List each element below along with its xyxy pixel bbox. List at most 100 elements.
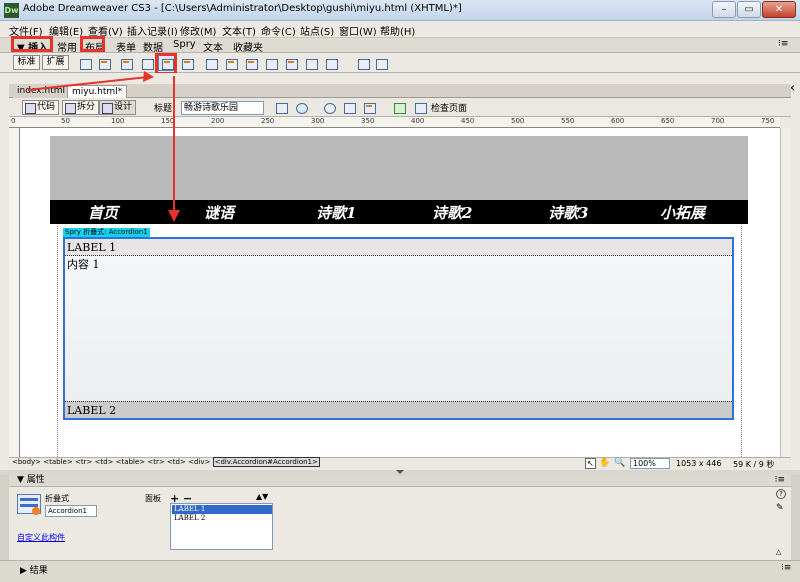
- code-view-button[interactable]: 代码: [22, 100, 60, 115]
- insert-toolbar: 标准 扩展: [0, 53, 800, 73]
- file-management-icon[interactable]: [272, 99, 289, 115]
- insert-frames-icon[interactable]: [322, 55, 339, 71]
- vertical-ruler: [9, 128, 20, 457]
- tab-data[interactable]: 数据: [143, 39, 163, 54]
- spry-tabbed-panels-icon[interactable]: [138, 55, 155, 71]
- dreamweaver-app-icon[interactable]: Dw: [4, 3, 19, 18]
- widget-type-label: 折叠式: [45, 494, 69, 503]
- visual-aids-icon[interactable]: [360, 99, 377, 115]
- menu-window[interactable]: 窗口(W): [339, 23, 377, 38]
- refresh-icon[interactable]: [320, 99, 337, 115]
- customize-widget-link[interactable]: 自定义此构件: [17, 532, 65, 543]
- maximize-button[interactable]: ▭: [737, 1, 761, 18]
- widget-name-input[interactable]: Accordion1: [45, 505, 97, 517]
- results-options-icon[interactable]: ⁝≡: [781, 563, 791, 573]
- tab-common[interactable]: 常用: [57, 39, 77, 54]
- move-panel-buttons[interactable]: ▲▼: [256, 492, 268, 501]
- insert-column-left-icon[interactable]: [282, 55, 299, 71]
- ruler-tick: 150: [161, 117, 175, 125]
- document-tabs: index.html miyu.html*: [9, 84, 791, 98]
- view-options-icon[interactable]: [340, 99, 357, 115]
- properties-title[interactable]: ▼ 属性: [17, 475, 45, 486]
- spry-collapsible-panel-icon[interactable]: [178, 55, 195, 71]
- expanded-mode-button[interactable]: 扩展: [42, 55, 69, 70]
- table-mode-icon[interactable]: [222, 55, 239, 71]
- menu-modify[interactable]: 修改(M): [180, 23, 216, 38]
- ruler-tick: 550: [561, 117, 575, 125]
- hand-tool-icon[interactable]: ✋: [599, 458, 610, 468]
- draw-layout-cell-icon[interactable]: [372, 55, 389, 71]
- menu-help[interactable]: 帮助(H): [380, 23, 415, 38]
- tab-text[interactable]: 文本: [203, 39, 223, 54]
- menu-site[interactable]: 站点(S): [300, 23, 334, 38]
- nav-poem-1[interactable]: 诗歌1: [316, 202, 356, 223]
- zoom-tool-icon[interactable]: 🔍: [614, 458, 625, 468]
- tab-spry[interactable]: Spry: [173, 39, 196, 50]
- accordion-label-2[interactable]: LABEL 2: [65, 401, 732, 418]
- tag-selector[interactable]: <body> <table> <tr> <td> <table> <tr> <t…: [12, 457, 320, 467]
- spry-accordion-tag[interactable]: Spry 折叠式: Accordion1: [63, 228, 150, 237]
- accordion-content-1[interactable]: 内容 1: [65, 256, 732, 401]
- insert-table-icon[interactable]: [202, 55, 219, 71]
- horizontal-ruler: 0 50 100 150 200 250 300 350 400 450 500…: [9, 117, 780, 128]
- panels-list[interactable]: LABEL 1 LABEL 2: [170, 503, 273, 550]
- insert-row-below-icon[interactable]: [262, 55, 279, 71]
- minimize-button[interactable]: –: [712, 1, 736, 18]
- layout-table-icon[interactable]: [354, 55, 371, 71]
- page-nav-bar: 首页 谜语 诗歌1 诗歌2 诗歌3 小拓展: [50, 200, 748, 224]
- spry-menu-bar-icon[interactable]: [117, 55, 134, 71]
- insert-row-above-icon[interactable]: [242, 55, 259, 71]
- results-bar[interactable]: [0, 560, 800, 582]
- insert-div-icon[interactable]: [76, 55, 93, 71]
- nav-poem-3[interactable]: 诗歌3: [548, 202, 588, 223]
- standard-mode-button[interactable]: 标准: [13, 55, 40, 70]
- tab-favorites[interactable]: 收藏夹: [233, 39, 263, 54]
- options-menu-icon[interactable]: ⁝≡: [778, 39, 788, 49]
- nav-poem-2[interactable]: 诗歌2: [432, 202, 472, 223]
- collapse-arrow-icon[interactable]: [396, 470, 404, 474]
- tab-index-html[interactable]: index.html: [13, 85, 69, 98]
- nav-home[interactable]: 首页: [88, 202, 118, 223]
- window-title: Adobe Dreamweaver CS3 - [C:\Users\Admini…: [23, 3, 462, 14]
- table-cell-border: [741, 226, 742, 457]
- ruler-tick: 250: [261, 117, 275, 125]
- select-tool-icon[interactable]: ↖: [585, 458, 596, 469]
- insert-ap-div-icon[interactable]: [95, 55, 112, 71]
- highlight-layout-tab: [80, 36, 105, 52]
- tag-path[interactable]: <body> <table> <tr> <td> <table> <tr> <t…: [12, 458, 210, 466]
- preview-browser-icon[interactable]: [292, 99, 309, 115]
- properties-options-icon[interactable]: ⁝≡: [775, 475, 785, 486]
- split-view-button[interactable]: 拆分: [62, 100, 100, 115]
- ruler-tick: 400: [411, 117, 425, 125]
- list-item[interactable]: LABEL 2: [172, 514, 272, 523]
- zoom-select[interactable]: 100%: [630, 458, 670, 469]
- quick-tag-editor-icon[interactable]: ✎: [776, 503, 784, 513]
- expand-properties-icon[interactable]: △: [776, 548, 781, 556]
- tab-miyu-html[interactable]: miyu.html*: [67, 85, 128, 98]
- check-page-icon[interactable]: [411, 99, 428, 115]
- page-title-input[interactable]: 畅游诗歌乐园: [181, 101, 264, 115]
- tab-forms[interactable]: 表单: [116, 39, 136, 54]
- nav-extension[interactable]: 小拓展: [660, 202, 705, 223]
- design-view-button[interactable]: 设计: [99, 100, 137, 115]
- ruler-tick: 450: [461, 117, 475, 125]
- help-icon[interactable]: ?: [776, 489, 786, 499]
- results-panel-toggle[interactable]: ▶ 结果: [20, 563, 48, 576]
- menu-insert-record[interactable]: 插入记录(I): [127, 23, 178, 38]
- window-size[interactable]: 1053 x 446: [676, 459, 721, 468]
- frames-dropdown-icon[interactable]: [340, 55, 350, 71]
- nav-riddle[interactable]: 谜语: [204, 202, 234, 223]
- menu-edit[interactable]: 编辑(E): [49, 23, 83, 38]
- close-button[interactable]: ✕: [762, 1, 796, 18]
- check-page-button[interactable]: 检查页面: [431, 101, 467, 114]
- list-item[interactable]: LABEL 1: [172, 505, 272, 514]
- menu-text[interactable]: 文本(T): [222, 23, 256, 38]
- design-icon: [102, 103, 113, 114]
- insert-column-right-icon[interactable]: [302, 55, 319, 71]
- accordion-label-1[interactable]: LABEL 1: [65, 239, 732, 256]
- properties-header[interactable]: ▼ 属性 ⁝≡: [9, 475, 791, 487]
- validate-markup-icon[interactable]: [390, 99, 407, 115]
- vertical-scrollbar[interactable]: [780, 128, 791, 457]
- selected-tag[interactable]: <div.Accordion#Accordion1>: [212, 457, 320, 467]
- menu-commands[interactable]: 命令(C): [261, 23, 296, 38]
